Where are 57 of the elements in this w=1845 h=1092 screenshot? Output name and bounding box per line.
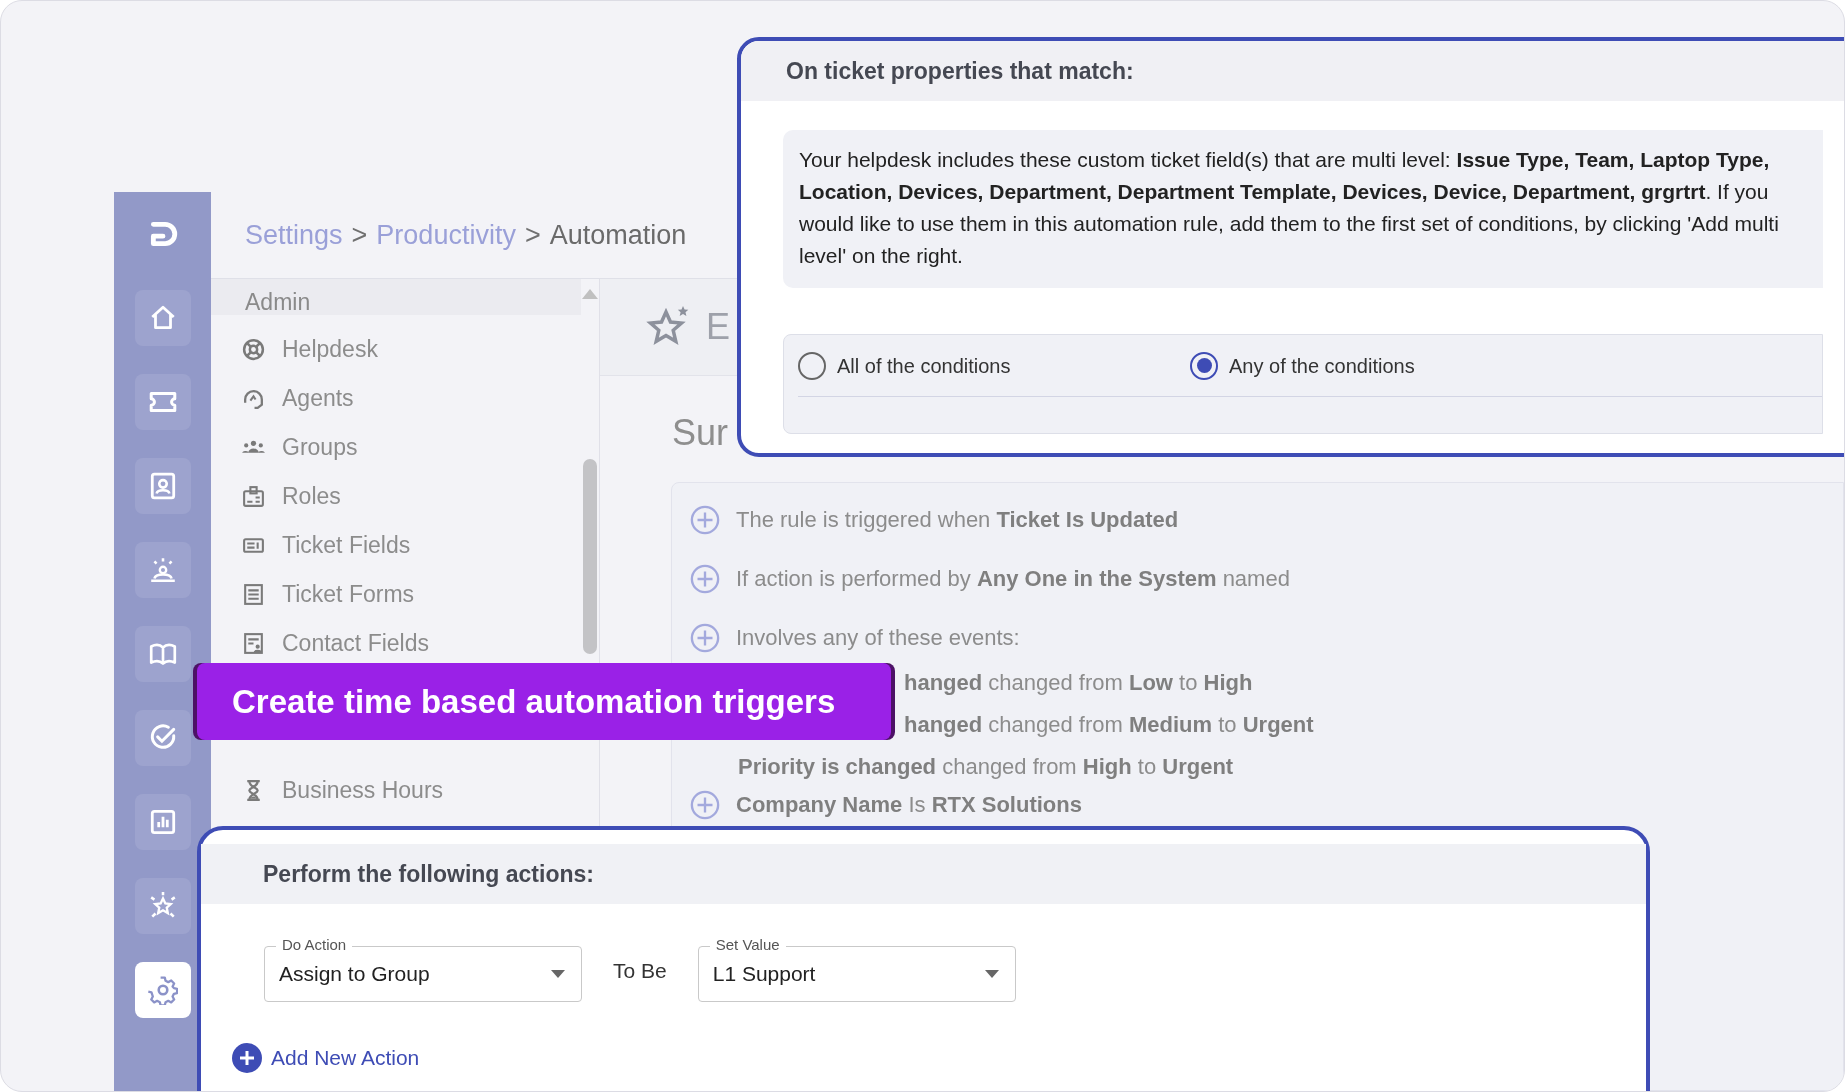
add-icon[interactable]	[690, 789, 720, 820]
breadcrumb-separator: >	[524, 218, 541, 252]
settings-icon	[147, 975, 178, 1005]
radio-option[interactable]: Any of the conditions	[1190, 350, 1415, 381]
card-title: On ticket properties that match:	[786, 56, 1134, 86]
radio-option[interactable]: All of the conditions	[798, 350, 1190, 381]
lifebuoy-icon	[241, 336, 266, 362]
add-action-button[interactable]: Add New Action	[231, 1042, 420, 1074]
section-heading: Sur	[672, 412, 729, 453]
field-value: Assign to Group	[279, 961, 430, 988]
rule-text: Involves any of these events:	[736, 624, 1020, 652]
menu-item[interactable]: Ticket Fields	[241, 531, 581, 559]
breadcrumb-separator: >	[351, 218, 368, 252]
nav-rail-button[interactable]	[134, 710, 191, 766]
caret-icon	[551, 970, 565, 978]
nav-rail-button[interactable]	[134, 542, 191, 598]
contact-form-icon	[241, 630, 266, 656]
rule-text: Company Name Is RTX Solutions	[736, 791, 1082, 819]
document-list-icon	[241, 581, 266, 607]
notice-text: Your helpdesk includes these custom ticket field(s) that are multi level: Issue Type, Team, Laptop Type, Location, Devices, Department, Department Template, Devices, Device, Department, grgrtrt. If you would like to use them in this automation rule, add them to the first set of conditions, by clicking 'Add multi level' on the right.	[799, 147, 1780, 269]
breadcrumb-current: Automation	[549, 218, 687, 252]
add-icon[interactable]	[690, 622, 720, 653]
breadcrumb-link[interactable]: Productivity	[376, 214, 516, 256]
add-icon[interactable]	[690, 504, 720, 535]
event-text: hanged changed from Medium to Urgent	[904, 712, 1314, 738]
scrollbar-thumb[interactable]	[583, 459, 597, 654]
banner-text: Create time based automation triggers	[232, 681, 836, 722]
menu-item[interactable]: Contact Fields	[241, 629, 581, 657]
rule-text: The rule is triggered when Ticket Is Updated	[736, 506, 1179, 534]
nav-rail-button[interactable]	[134, 878, 191, 934]
breadcrumb-link[interactable]: Settings	[245, 214, 343, 256]
radio-button[interactable]	[798, 351, 826, 380]
menu-item[interactable]: Business Hours	[241, 776, 581, 804]
menu-item[interactable]: Helpdesk	[241, 335, 581, 363]
nav-rail-button[interactable]	[134, 794, 191, 850]
page-title: E	[706, 305, 730, 349]
radio-button[interactable]	[1190, 351, 1218, 380]
menu-item[interactable]: Agents	[241, 384, 581, 412]
nav-rail-button[interactable]	[134, 626, 191, 682]
card-title: Perform the following actions:	[263, 859, 594, 889]
rule-text: If action is performed by Any One in the System named	[736, 565, 1290, 593]
menu-item[interactable]: Ticket Forms	[241, 580, 581, 608]
add-icon[interactable]	[690, 563, 720, 594]
add-icon	[231, 1042, 263, 1074]
nav-rail-button[interactable]	[134, 374, 191, 430]
menu-item[interactable]: Roles	[241, 482, 581, 510]
nav-rail-button[interactable]	[134, 290, 191, 346]
event-text: Priority is changed changed from High to Urgent	[738, 754, 1234, 780]
event-text: hanged changed from Low to High	[904, 670, 1253, 696]
menu-heading: Admin	[245, 289, 311, 315]
id-badge-icon	[241, 483, 266, 509]
nav-rail-button[interactable]	[134, 458, 191, 514]
field-value: L1 Support	[712, 961, 816, 988]
nav-rail-button[interactable]	[134, 962, 191, 1018]
connector-text: To Be	[613, 957, 667, 984]
caret-icon	[984, 970, 999, 978]
menu-item[interactable]: Groups	[241, 433, 581, 461]
